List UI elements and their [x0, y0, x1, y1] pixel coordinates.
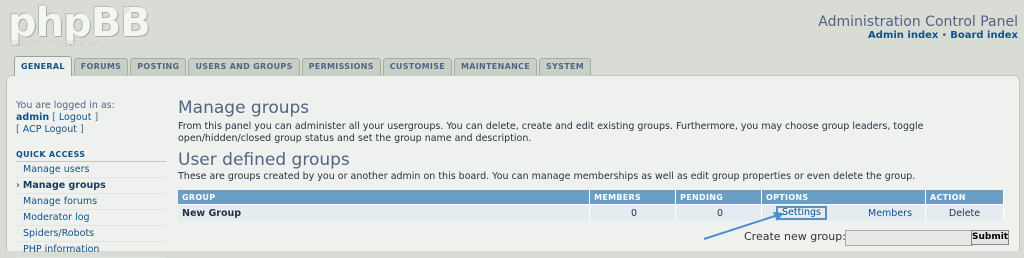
delete-link[interactable]: Delete — [925, 204, 1004, 221]
sidebar-item-manage-forums[interactable]: Manage forums — [16, 194, 166, 210]
acp-page: phpBB ® creating communities Administrat… — [0, 0, 1024, 258]
table-header-row: GROUP MEMBERS PENDING OPTIONS ACTION — [178, 190, 1004, 205]
sidebar-item-manage-groups[interactable]: › Manage groups — [16, 178, 166, 194]
logo-wordmark: phpBB — [8, 0, 151, 46]
tab-general[interactable]: GENERAL — [14, 56, 72, 76]
sidebar-item-moderator-log[interactable]: Moderator log — [16, 210, 166, 226]
header-links: Admin index • Board index — [868, 30, 1018, 41]
phpbb-logo[interactable]: phpBB ® creating communities — [8, 0, 151, 47]
col-header-options: OPTIONS — [761, 190, 927, 205]
col-header-group: GROUP — [178, 190, 591, 205]
tab-users-and-groups[interactable]: USERS AND GROUPS — [188, 58, 300, 75]
members-count: 0 — [589, 204, 677, 221]
login-info: You are logged in as: admin [ Logout ] [… — [16, 100, 115, 135]
tab-forums[interactable]: FORUMS — [73, 58, 129, 75]
admin-index-link[interactable]: Admin index — [868, 30, 938, 41]
link-separator: • — [941, 30, 948, 41]
board-index-link[interactable]: Board index — [950, 30, 1018, 41]
section-title: User defined groups — [178, 150, 350, 170]
col-header-pending: PENDING — [675, 190, 763, 205]
active-arrow-icon: › — [16, 180, 20, 191]
logout-link[interactable]: Logout — [59, 112, 92, 123]
tab-posting[interactable]: POSTING — [130, 58, 187, 75]
create-group-input[interactable] — [845, 230, 973, 246]
logged-in-label: You are logged in as: — [16, 100, 115, 111]
submit-button[interactable]: Submit — [971, 230, 1009, 245]
create-group-label: Create new group: — [744, 230, 846, 243]
tab-system[interactable]: SYSTEM — [539, 58, 591, 75]
username: admin — [16, 112, 50, 123]
page-description: From this panel you can administer all y… — [178, 121, 924, 144]
tab-permissions[interactable]: PERMISSIONS — [301, 58, 381, 75]
acp-logout-link[interactable]: ACP Logout — [23, 124, 77, 135]
groups-table: GROUP MEMBERS PENDING OPTIONS ACTION New… — [178, 190, 1004, 221]
sidebar-item-label: Manage groups — [22, 180, 106, 191]
page-title: Manage groups — [178, 98, 310, 118]
section-description: These are groups created by you or anoth… — [178, 171, 916, 182]
logo-tagline: creating communities — [12, 39, 99, 47]
quick-access-heading: QUICK ACCESS — [16, 150, 166, 162]
tab-customise[interactable]: CUSTOMISE — [382, 58, 453, 75]
sidebar-item-manage-users[interactable]: Manage users — [16, 162, 166, 178]
panel-title: Administration Control Panel — [818, 14, 1018, 30]
col-header-action: ACTION — [925, 190, 1004, 205]
table-row: New Group 0 0 Settings Members Delete — [178, 204, 1004, 221]
logo-registered-mark: ® — [122, 6, 131, 16]
tab-maintenance[interactable]: MAINTENANCE — [454, 58, 537, 75]
sidebar-menu: Manage users › Manage groups Manage forum… — [16, 162, 166, 258]
main-tabs: GENERAL FORUMS POSTING USERS AND GROUPS … — [14, 56, 591, 76]
group-name[interactable]: New Group — [178, 204, 591, 221]
members-link[interactable]: Members — [868, 208, 912, 219]
col-header-members: MEMBERS — [589, 190, 677, 205]
sidebar-item-php-information[interactable]: PHP information — [16, 242, 166, 258]
sidebar-item-spiders-robots[interactable]: Spiders/Robots — [16, 226, 166, 242]
